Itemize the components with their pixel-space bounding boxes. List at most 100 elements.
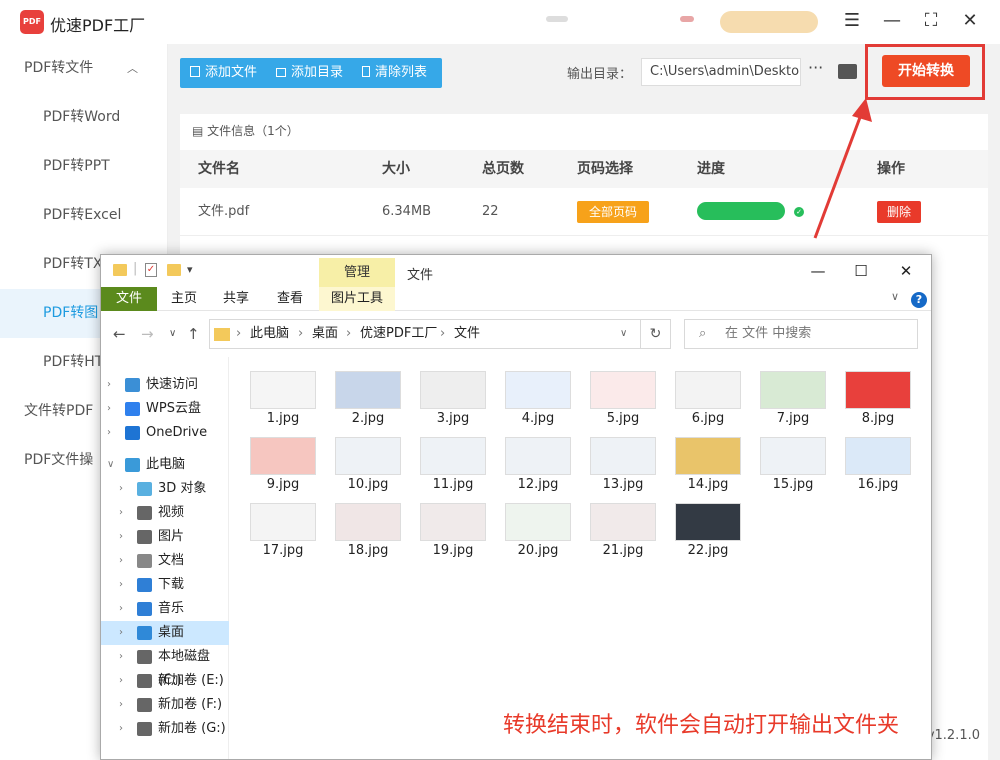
new-folder-icon[interactable] <box>167 264 181 276</box>
nav-item[interactable]: ∨ 此电脑 <box>101 453 229 477</box>
chevron-down-icon[interactable]: ∨ <box>891 290 899 303</box>
nav-item[interactable]: › 图片 <box>101 525 229 549</box>
tab-file[interactable]: 文件 <box>101 287 157 311</box>
chevron-right-icon[interactable]: › <box>107 421 111 445</box>
file-name-label: 8.jpg <box>861 411 895 426</box>
file-thumbnail[interactable]: 15.jpg <box>753 429 829 492</box>
tab-picture-tools[interactable]: 图片工具 <box>319 287 395 311</box>
search-placeholder: 在 文件 中搜索 <box>725 326 812 341</box>
recent-dropdown-icon[interactable]: ∨ <box>169 328 176 339</box>
file-thumbnail[interactable]: 5.jpg <box>583 363 659 426</box>
tab-view[interactable]: 查看 <box>277 287 303 311</box>
file-thumbnail[interactable]: 12.jpg <box>498 429 574 492</box>
file-thumbnail[interactable]: 22.jpg <box>668 495 744 558</box>
file-thumbnail[interactable]: 8.jpg <box>838 363 914 426</box>
close-icon[interactable]: ✕ <box>891 259 921 283</box>
maximize-icon[interactable]: ☐ <box>846 259 876 283</box>
file-thumbnail[interactable]: 18.jpg <box>328 495 404 558</box>
file-thumbnail[interactable]: 2.jpg <box>328 363 404 426</box>
nav-item[interactable]: › 视频 <box>101 501 229 525</box>
file-thumbnail[interactable]: 14.jpg <box>668 429 744 492</box>
sidebar-item-pdf-to-file[interactable]: PDF转文件 ︿ <box>0 44 168 93</box>
chevron-right-icon[interactable]: › <box>107 397 111 421</box>
properties-icon[interactable]: ✓ <box>145 263 157 277</box>
file-thumbnail[interactable]: 4.jpg <box>498 363 574 426</box>
customize-toolbar-icon[interactable]: ▾ <box>187 263 193 276</box>
file-thumbnail[interactable]: 11.jpg <box>413 429 489 492</box>
nav-item[interactable]: › 下载 <box>101 573 229 597</box>
breadcrumb-item[interactable]: 优速PDF工厂 <box>360 320 437 348</box>
nav-item[interactable]: › 新加卷 (G:) <box>101 717 229 741</box>
file-thumbnail[interactable]: 7.jpg <box>753 363 829 426</box>
file-thumbnail[interactable]: 16.jpg <box>838 429 914 492</box>
add-dir-button[interactable]: 添加目录 <box>276 58 343 88</box>
forward-arrow-icon[interactable]: → <box>141 325 154 343</box>
user-banner[interactable] <box>720 11 818 33</box>
file-thumbnail[interactable]: 19.jpg <box>413 495 489 558</box>
sidebar-item-pdf-to-excel[interactable]: PDF转Excel <box>0 191 168 240</box>
start-convert-button[interactable]: 开始转换 <box>882 55 970 87</box>
chevron-right-icon[interactable]: › <box>107 373 111 397</box>
chevron-right-icon[interactable]: › <box>119 477 123 501</box>
chevron-right-icon[interactable]: › <box>119 549 123 573</box>
nav-item[interactable]: › 本地磁盘 (C:) <box>101 645 229 688</box>
chevron-right-icon[interactable]: › <box>119 573 123 597</box>
minimize-icon[interactable]: — <box>803 259 833 283</box>
breadcrumb-item[interactable]: 文件 <box>454 320 480 348</box>
chevron-right-icon[interactable]: › <box>119 717 123 741</box>
nav-item[interactable]: › 新加卷 (F:) <box>101 693 229 717</box>
delete-button[interactable]: 删除 <box>877 201 921 223</box>
back-arrow-icon[interactable]: ← <box>113 325 126 343</box>
file-thumbnail[interactable]: 6.jpg <box>668 363 744 426</box>
output-dir-input[interactable]: C:\Users\admin\Deskto <box>641 58 801 86</box>
chevron-right-icon[interactable]: › <box>119 501 123 525</box>
sidebar-item-pdf-to-word[interactable]: PDF转Word <box>0 93 168 142</box>
chevron-down-icon[interactable]: ∨ <box>620 320 627 348</box>
file-thumbnail[interactable]: 10.jpg <box>328 429 404 492</box>
close-icon[interactable]: ✕ <box>958 10 982 34</box>
sidebar-item-pdf-to-ppt[interactable]: PDF转PPT <box>0 142 168 191</box>
chevron-right-icon[interactable]: › <box>119 621 123 645</box>
image-preview-icon <box>675 437 741 475</box>
add-file-button[interactable]: 添加文件 <box>190 58 257 88</box>
ribbon-manage-tab[interactable]: 管理 <box>319 258 395 288</box>
open-folder-icon[interactable] <box>838 64 857 79</box>
nav-item[interactable]: › 3D 对象 <box>101 477 229 501</box>
up-arrow-icon[interactable]: ↑ <box>187 325 200 343</box>
address-input[interactable]: › 此电脑 › 桌面 › 优速PDF工厂 › 文件 ∨ <box>209 319 641 349</box>
breadcrumb-item[interactable]: 此电脑 <box>250 320 289 348</box>
hamburger-icon[interactable]: ☰ <box>840 10 864 34</box>
chevron-right-icon[interactable]: › <box>119 669 123 693</box>
maximize-icon[interactable]: ⛶ <box>919 10 943 34</box>
nav-item[interactable]: › 文档 <box>101 549 229 573</box>
nav-item[interactable]: › 桌面 <box>101 621 229 645</box>
tab-home[interactable]: 主页 <box>171 287 197 311</box>
page-select-button[interactable]: 全部页码 <box>577 201 649 223</box>
file-thumbnail[interactable]: 9.jpg <box>243 429 319 492</box>
file-thumbnail[interactable]: 3.jpg <box>413 363 489 426</box>
chevron-right-icon[interactable]: › <box>119 525 123 549</box>
chevron-right-icon[interactable]: › <box>119 645 123 669</box>
nav-item[interactable]: › 音乐 <box>101 597 229 621</box>
chevron-right-icon[interactable]: › <box>119 693 123 717</box>
file-thumbnail[interactable]: 13.jpg <box>583 429 659 492</box>
nav-item[interactable]: › 新加卷 (E:) <box>101 669 229 693</box>
file-thumbnail[interactable]: 1.jpg <box>243 363 319 426</box>
more-options-button[interactable]: ··· <box>808 58 823 77</box>
refresh-icon[interactable]: ↻ <box>641 319 671 349</box>
breadcrumb-item[interactable]: 桌面 <box>312 320 338 348</box>
file-thumbnail[interactable]: 20.jpg <box>498 495 574 558</box>
file-thumbnail[interactable]: 21.jpg <box>583 495 659 558</box>
chevron-down-icon[interactable]: ∨ <box>107 453 114 477</box>
help-icon[interactable]: ? <box>911 292 927 308</box>
nav-item[interactable]: › 快速访问 <box>101 373 229 397</box>
minimize-icon[interactable]: — <box>880 10 904 34</box>
search-input[interactable]: ⌕ 在 文件 中搜索 <box>684 319 918 349</box>
file-name-label: 19.jpg <box>432 543 474 558</box>
tab-share[interactable]: 共享 <box>223 287 249 311</box>
chevron-right-icon[interactable]: › <box>119 597 123 621</box>
nav-item[interactable]: › WPS云盘 <box>101 397 229 421</box>
clear-list-button[interactable]: 清除列表 <box>362 58 427 88</box>
file-thumbnail[interactable]: 17.jpg <box>243 495 319 558</box>
nav-item[interactable]: › OneDrive <box>101 421 229 445</box>
